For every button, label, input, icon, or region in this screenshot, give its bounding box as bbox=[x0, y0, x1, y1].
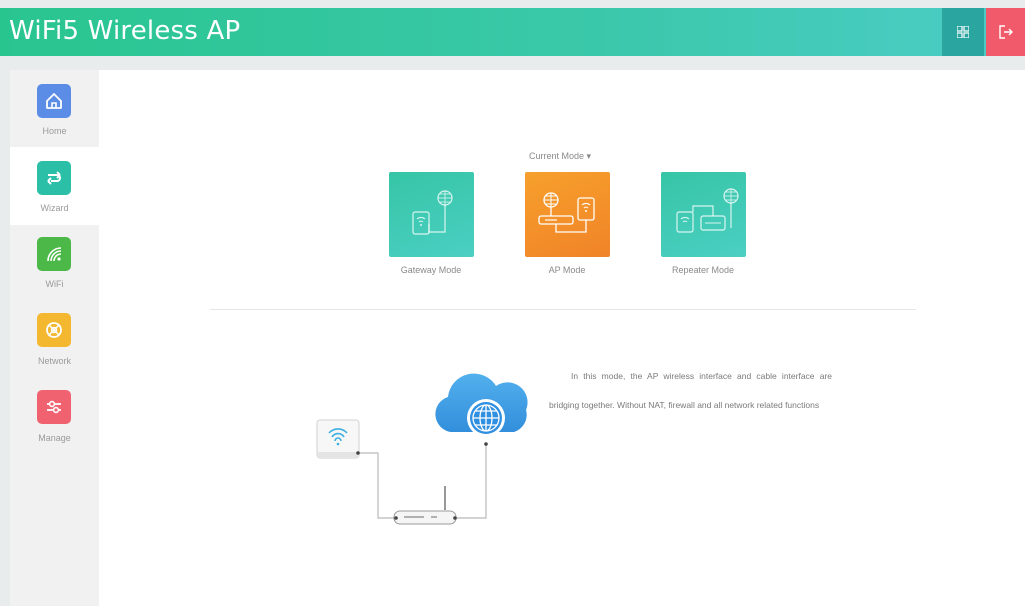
network-icon bbox=[37, 313, 71, 347]
manage-icon bbox=[37, 390, 71, 424]
sidebar: Home Wizard WiFi Network Manage bbox=[10, 70, 99, 606]
sidebar-item-label: Wizard bbox=[40, 203, 69, 213]
app-header: WiFi5 Wireless AP bbox=[0, 8, 1025, 56]
wifi-icon bbox=[37, 237, 71, 271]
sidebar-item-wifi[interactable]: WiFi bbox=[10, 225, 99, 303]
home-icon bbox=[37, 84, 71, 118]
sidebar-item-home[interactable]: Home bbox=[10, 72, 99, 150]
gateway-mode-card[interactable] bbox=[389, 172, 474, 257]
sidebar-item-manage[interactable]: Manage bbox=[10, 379, 99, 457]
sidebar-item-network[interactable]: Network bbox=[10, 301, 99, 379]
grid-icon bbox=[957, 26, 969, 38]
gateway-mode-icon bbox=[412, 190, 453, 235]
repeater-mode-label: Repeater Mode bbox=[671, 265, 735, 275]
cloud-globe-icon bbox=[435, 373, 528, 446]
ap-mode-card[interactable] bbox=[525, 172, 610, 257]
sidebar-item-wizard[interactable]: Wizard bbox=[10, 147, 99, 225]
gateway-mode-label: Gateway Mode bbox=[400, 265, 462, 275]
mode-description: In this mode, the AP wireless interface … bbox=[549, 362, 832, 420]
grid-button[interactable] bbox=[942, 8, 984, 56]
ap-mode-icon bbox=[538, 192, 595, 233]
repeater-mode-card[interactable] bbox=[661, 172, 746, 257]
sidebar-item-label: Manage bbox=[38, 433, 71, 443]
logout-icon bbox=[998, 25, 1013, 39]
sidebar-item-label: Network bbox=[37, 356, 71, 366]
divider bbox=[210, 309, 916, 310]
current-mode-label: Current Mode ▾ bbox=[529, 151, 592, 161]
sidebar-item-label: WiFi bbox=[45, 279, 64, 289]
ap-mode-diagram bbox=[316, 373, 528, 525]
sidebar-item-label: Home bbox=[42, 126, 67, 136]
ap-mode-label: AP Mode bbox=[548, 265, 586, 275]
router-icon bbox=[393, 486, 457, 525]
wifi-device-icon bbox=[316, 419, 360, 459]
wizard-icon bbox=[37, 161, 71, 195]
logout-button[interactable] bbox=[986, 8, 1025, 56]
repeater-mode-icon bbox=[676, 188, 739, 233]
mode-description-text: In this mode, the AP wireless interface … bbox=[549, 371, 832, 410]
app-title: WiFi5 Wireless AP bbox=[9, 16, 241, 46]
